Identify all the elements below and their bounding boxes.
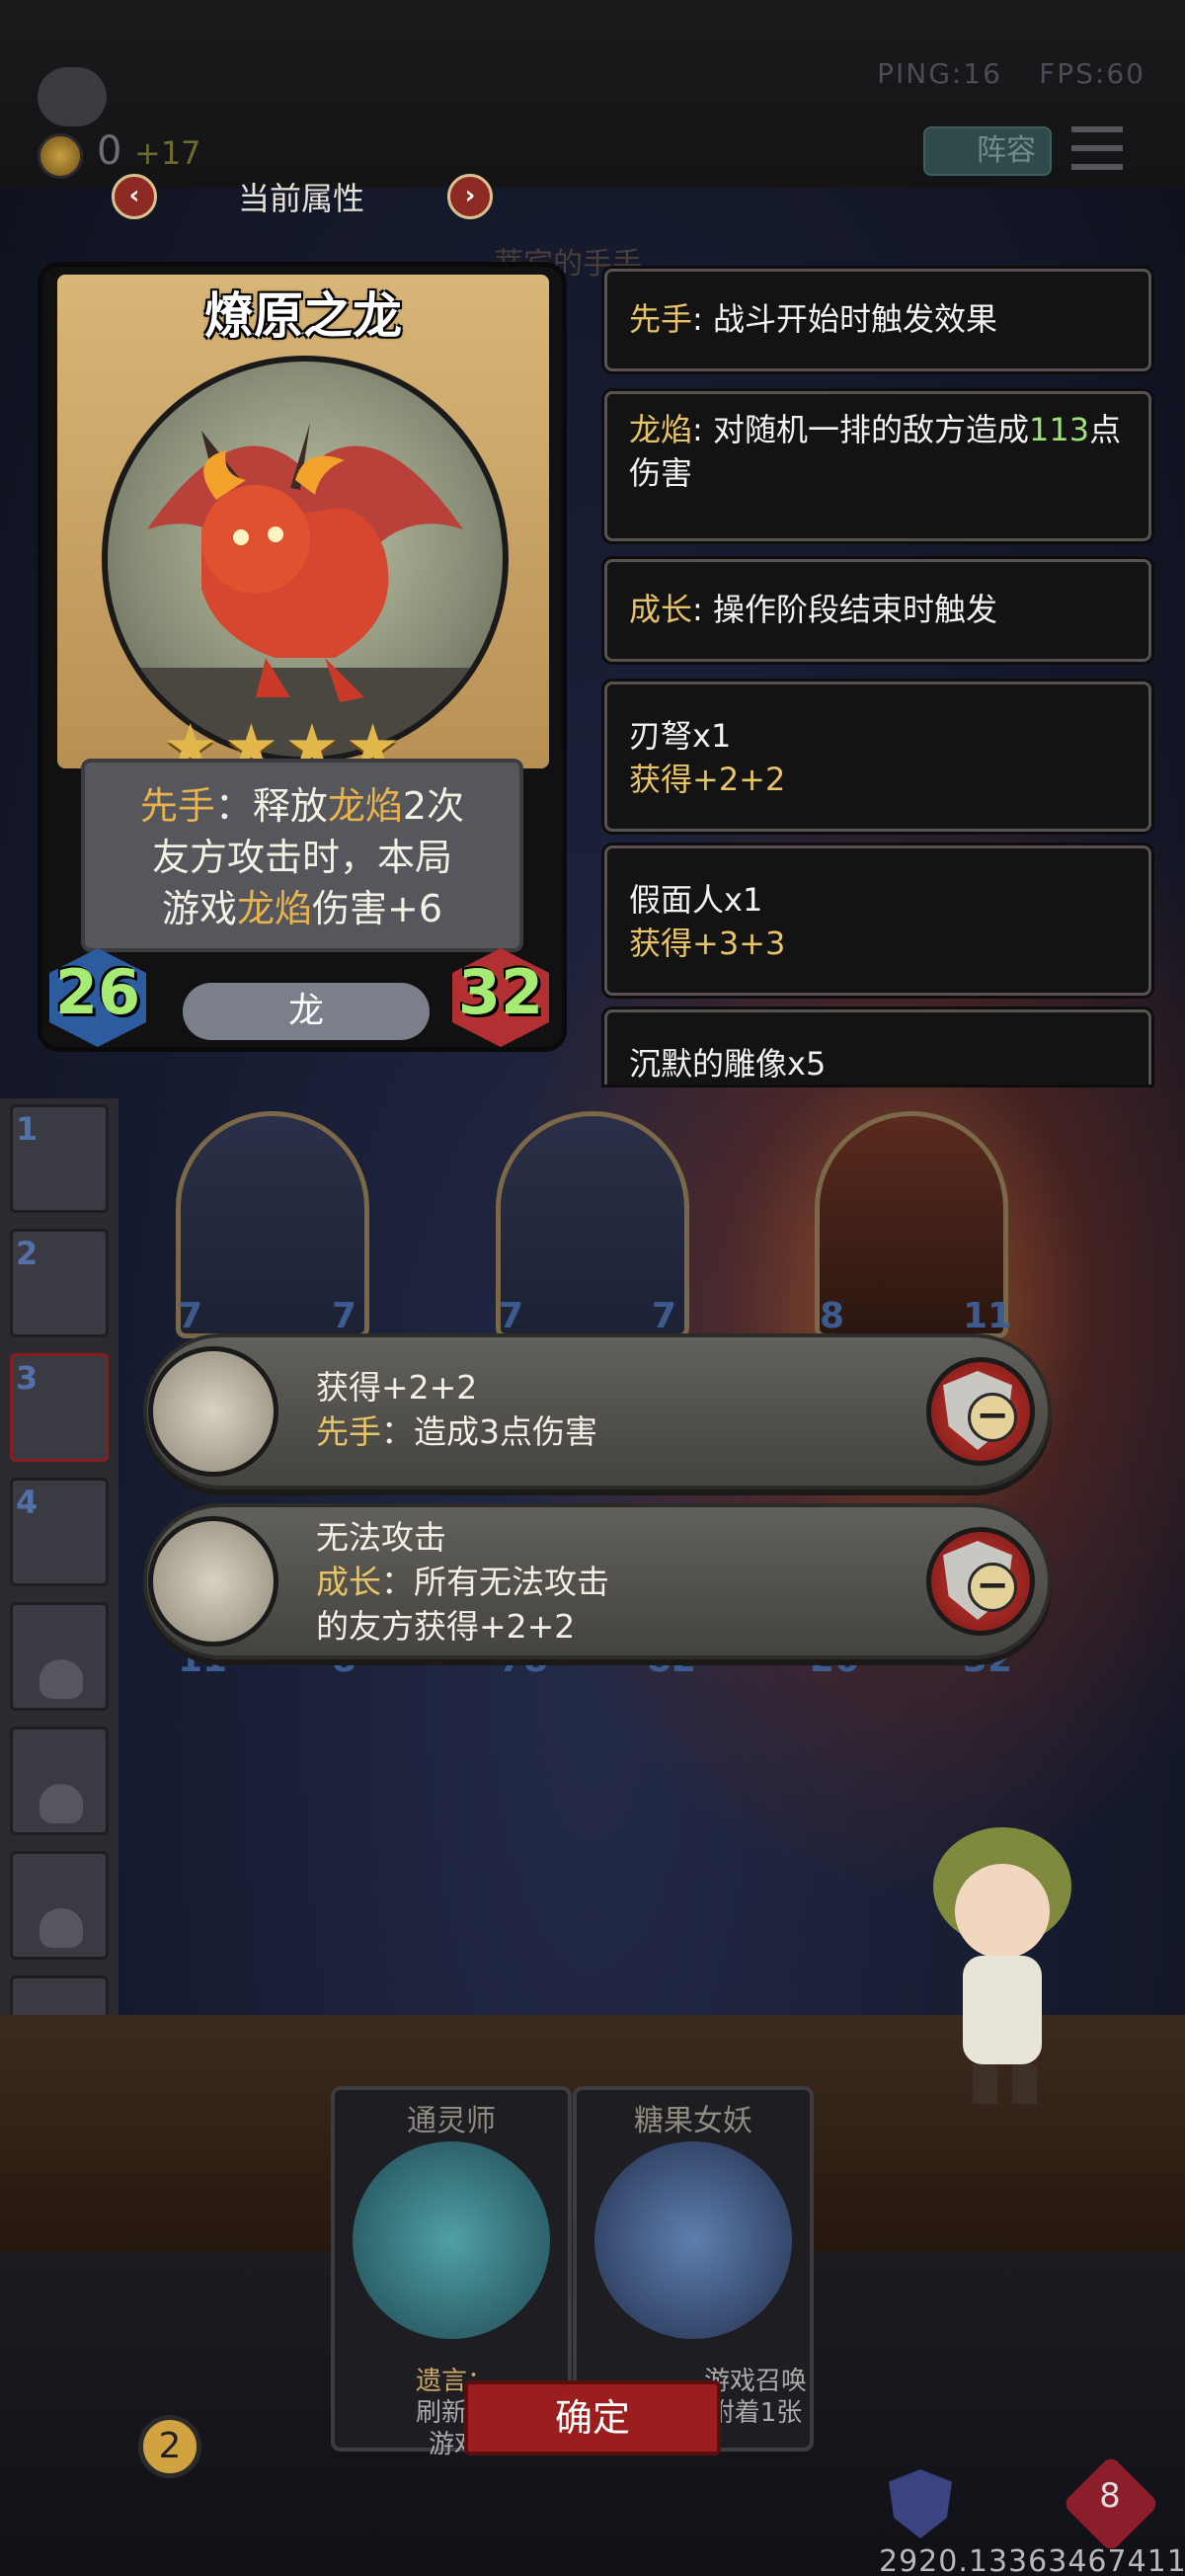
candy-banshee-portrait [594, 2141, 792, 2339]
board-hp: 7 [332, 1296, 357, 1336]
lineup-button[interactable]: 阵容 [923, 126, 1052, 176]
coin-icon [38, 133, 83, 179]
minus-icon: − [968, 1393, 1017, 1442]
card-tribe: 龙 [183, 983, 430, 1040]
ping-readout: PING:16 [877, 57, 1002, 90]
attribute-title: 当前属性 [237, 180, 364, 217]
skull-icon [40, 1908, 83, 1948]
effect-text: 获得+2+2 先手：造成3点伤害 [316, 1368, 597, 1451]
unit-avatar [148, 1516, 278, 1647]
skull-icon [40, 1659, 83, 1699]
coin-count: 0 [97, 128, 122, 174]
card-health: 32 [457, 956, 544, 1028]
dragon-portrait [102, 356, 509, 763]
board-atk: 7 [499, 1296, 524, 1336]
card-description: 先手：释放龙焰2次 友方攻击时，本局 游戏龙焰伤害+6 [139, 784, 465, 930]
buff-source-panel: 刃弩x1 获得+2+2 [604, 682, 1151, 832]
hand-card-name: 糖果女妖 [634, 2104, 752, 2138]
chat-icon[interactable] [38, 67, 107, 126]
keyword-panel: 龙焰: 对随机一排的敌方造成113点伤害 [604, 391, 1151, 541]
keyword-panel: 先手: 战斗开始时触发效果 [604, 269, 1151, 371]
confirm-button[interactable]: 确定 [464, 2380, 721, 2455]
roster-rank: 4 [16, 1484, 39, 1521]
roster-rank: 3 [16, 1359, 39, 1397]
player-health: 8 [1099, 2476, 1121, 2516]
coin-bonus: +17 [134, 134, 201, 172]
next-arrow-button[interactable]: › [447, 174, 493, 219]
board-atk: 7 [178, 1296, 203, 1336]
skull-icon [40, 1784, 83, 1823]
card-attack: 26 [54, 956, 141, 1028]
menu-icon[interactable] [1071, 126, 1123, 170]
effect-text: 无法攻击 成长：所有无法攻击 的友方获得+2+2 [316, 1518, 609, 1646]
fps-readout: FPS:60 [1039, 57, 1146, 90]
unit-avatar [148, 1346, 278, 1477]
buff-source-panel: 假面人x1 获得+3+3 [604, 845, 1151, 996]
tavern-level: 2 [138, 2415, 201, 2478]
board-hp: 7 [652, 1296, 677, 1336]
board-hp: 11 [963, 1296, 1013, 1336]
roster-rank: 1 [16, 1110, 39, 1148]
keyword-panel: 成长: 操作阶段结束时触发 [604, 559, 1151, 662]
prev-arrow-button[interactable]: ‹ [112, 174, 157, 219]
game-screen: PING:16 FPS:60 0 +17 阵容 ‹ 当前属性 › 蒂宾的手手 1… [0, 0, 1185, 2576]
shopkeeper-character [894, 1817, 1111, 2114]
seed-readout: 2920.13363467411 [879, 2544, 1185, 2576]
board-atk: 8 [820, 1296, 845, 1336]
card-name: 燎原之龙 [204, 287, 402, 345]
roster-rank: 2 [16, 1235, 39, 1272]
buff-source-panel: 沉默的雕像x5 [604, 1009, 1151, 1085]
effect-row [143, 1333, 1052, 1489]
minus-icon: − [968, 1563, 1017, 1612]
necromancer-portrait [353, 2141, 550, 2339]
hand-card-name: 通灵师 [407, 2104, 496, 2138]
